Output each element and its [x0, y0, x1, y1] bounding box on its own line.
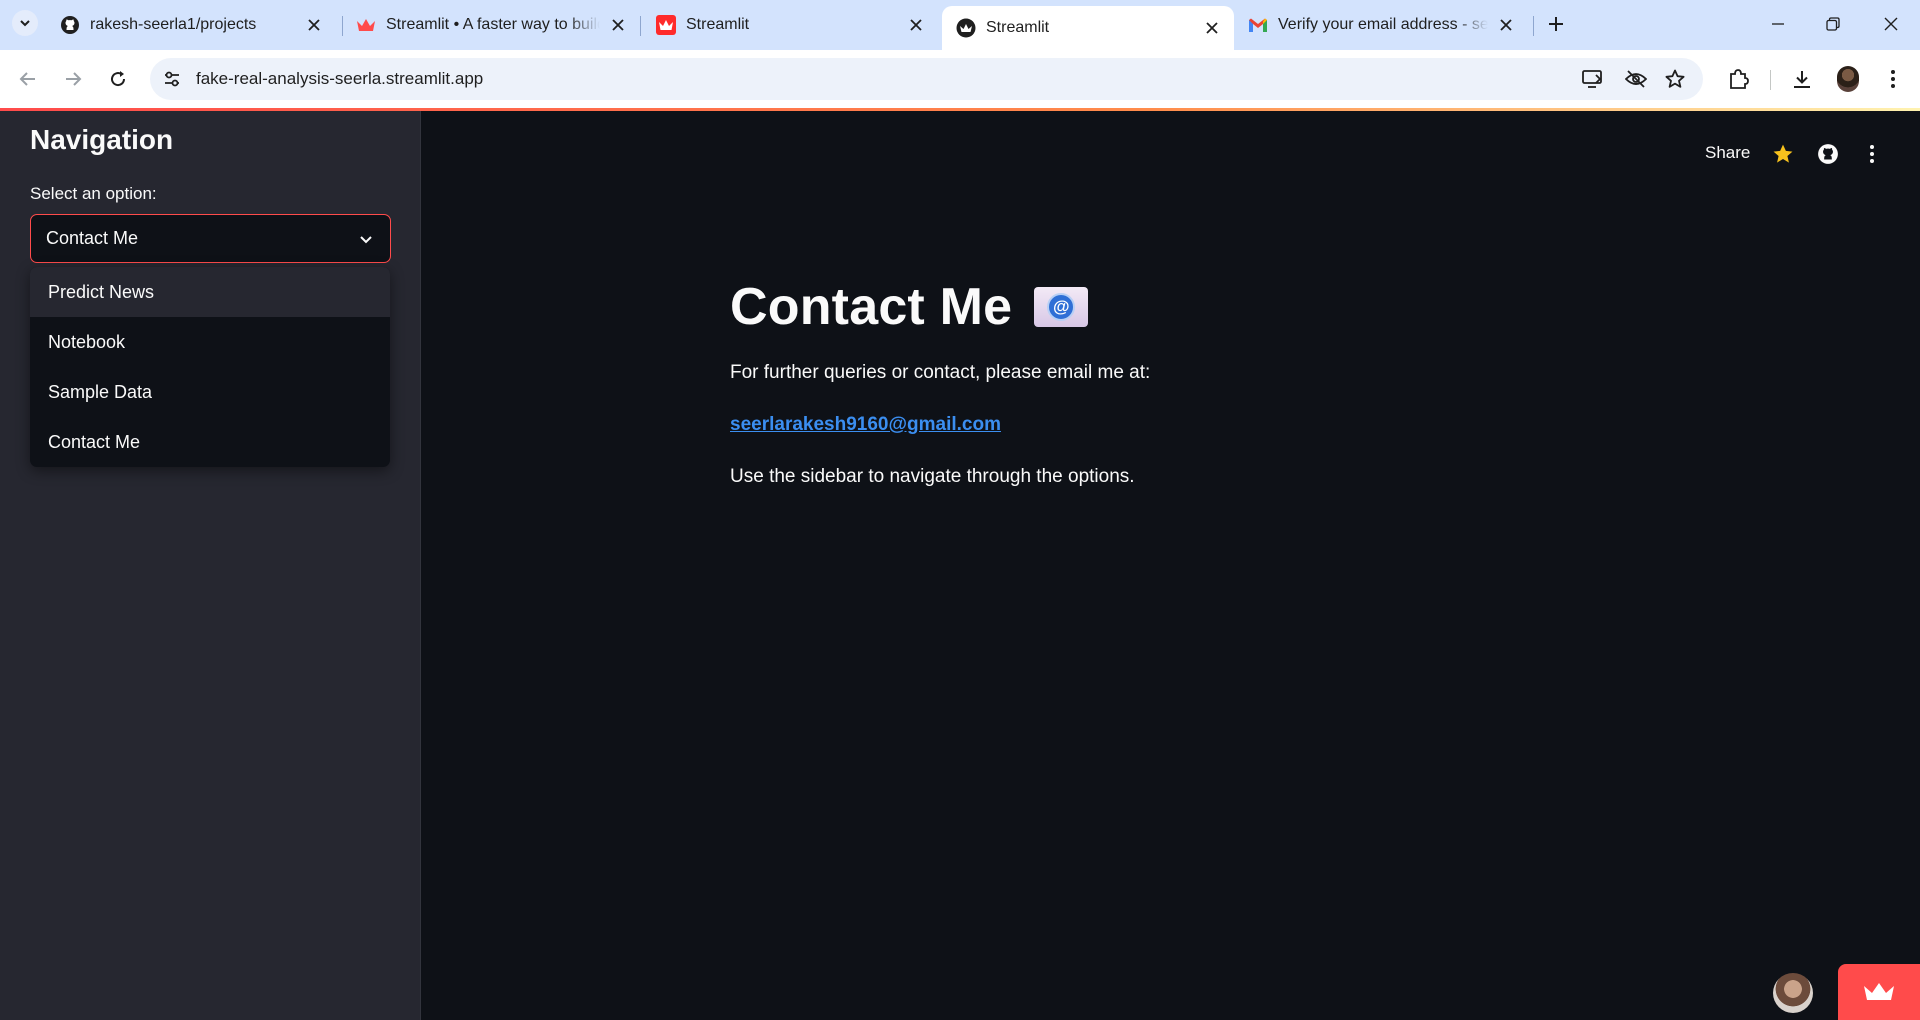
forward-button[interactable]	[59, 65, 87, 93]
browser-tab-active[interactable]: Streamlit	[942, 6, 1234, 50]
close-tab-icon[interactable]	[906, 15, 926, 35]
arrow-right-icon	[66, 72, 82, 86]
minimize-button[interactable]	[1766, 12, 1790, 36]
close-tab-icon[interactable]	[1496, 15, 1516, 35]
tab-title: Streamlit	[686, 16, 750, 33]
install-app-icon	[1582, 70, 1602, 88]
star-outline-icon	[1665, 69, 1685, 88]
browser-tab[interactable]: rakesh-seerla1/projects	[46, 8, 336, 42]
address-bar[interactable]: fake-real-analysis-seerla.streamlit.app	[150, 58, 1703, 100]
viewer-avatar[interactable]	[1773, 973, 1813, 1013]
option-notebook[interactable]: Notebook	[30, 317, 390, 367]
tracking-protection-button[interactable]	[1623, 66, 1649, 92]
page-title-row: Contact Me @	[730, 270, 1450, 344]
streamlit-crown-icon	[356, 15, 376, 35]
favorite-star-button[interactable]	[1771, 142, 1795, 166]
select-dropdown-menu: Predict News Notebook Sample Data Contac…	[30, 267, 390, 467]
tab-title: Verify your email address - seer	[1278, 16, 1488, 33]
more-vertical-icon	[1891, 70, 1895, 88]
downloads-button[interactable]	[1789, 66, 1815, 92]
restore-icon	[1826, 17, 1840, 31]
restore-button[interactable]	[1821, 12, 1845, 36]
extensions-button[interactable]	[1725, 66, 1751, 92]
tab-title: rakesh-seerla1/projects	[90, 16, 257, 33]
browser-tab[interactable]: Streamlit	[642, 8, 938, 42]
site-info-button[interactable]	[158, 65, 186, 93]
tab-title: Streamlit	[986, 19, 1050, 36]
install-app-button[interactable]	[1580, 66, 1606, 92]
star-icon	[1773, 144, 1793, 163]
intro-text: For further queries or contact, please e…	[730, 362, 1151, 383]
back-button[interactable]	[14, 65, 42, 93]
bookmark-button[interactable]	[1662, 66, 1688, 92]
new-tab-button[interactable]	[1544, 12, 1568, 36]
close-tab-icon[interactable]	[1202, 18, 1222, 38]
profile-avatar[interactable]	[1837, 66, 1859, 92]
select-label: Select an option:	[30, 184, 157, 203]
option-contact-me[interactable]: Contact Me	[30, 417, 390, 467]
streamlit-crown-icon	[656, 15, 676, 35]
tab-title: Streamlit • A faster way to build	[386, 16, 600, 33]
more-vertical-icon	[1870, 145, 1874, 163]
main-content: Contact Me @ For further queries or cont…	[730, 270, 1450, 487]
tab-search-button[interactable]	[12, 10, 38, 36]
sidebar-title: Navigation	[30, 124, 174, 155]
app-menu-button[interactable]	[1860, 142, 1884, 166]
minimize-icon	[1772, 23, 1784, 25]
browser-tab[interactable]: Verify your email address - seer	[1234, 8, 1528, 42]
eye-off-icon	[1625, 70, 1647, 88]
main-area	[422, 111, 1920, 1020]
option-sample-data[interactable]: Sample Data	[30, 367, 390, 417]
close-window-button[interactable]	[1879, 12, 1903, 36]
plus-icon	[1549, 17, 1563, 31]
github-icon	[1818, 144, 1838, 164]
at-sign: @	[1047, 293, 1076, 321]
url-text: fake-real-analysis-seerla.streamlit.app	[196, 69, 484, 88]
option-predict-news[interactable]: Predict News	[30, 267, 390, 317]
gmail-icon	[1248, 15, 1268, 35]
puzzle-icon	[1730, 69, 1749, 89]
toolbar-divider	[1770, 70, 1771, 90]
arrow-left-icon	[19, 72, 35, 86]
tune-icon	[165, 71, 179, 87]
share-button[interactable]: Share	[1705, 143, 1750, 163]
email-link[interactable]: seerlarakesh9160@gmail.com	[730, 414, 1001, 436]
github-icon	[60, 15, 80, 35]
tab-separator	[1533, 16, 1534, 36]
navigation-select[interactable]: Contact Me	[30, 214, 391, 263]
browser-tab[interactable]: Streamlit • A faster way to build	[342, 8, 640, 42]
chevron-down-icon	[20, 20, 30, 27]
streamlit-badge-button[interactable]	[1838, 964, 1920, 1020]
email-emoji-icon: @	[1034, 287, 1089, 327]
reload-icon	[111, 71, 126, 87]
close-tab-icon[interactable]	[608, 15, 628, 35]
chevron-down-icon	[356, 229, 376, 249]
close-tab-icon[interactable]	[304, 15, 324, 35]
streamlit-crown-icon	[956, 18, 976, 38]
hint-text: Use the sidebar to navigate through the …	[730, 466, 1135, 487]
selected-option: Contact Me	[46, 228, 139, 248]
browser-tab-strip: rakesh-seerla1/projects Streamlit • A fa…	[0, 0, 1920, 50]
streamlit-crown-icon	[1864, 983, 1894, 1000]
reload-button[interactable]	[104, 65, 132, 93]
browser-toolbar: fake-real-analysis-seerla.streamlit.app	[0, 50, 1920, 108]
github-button[interactable]	[1816, 142, 1840, 166]
chrome-menu-button[interactable]	[1880, 66, 1906, 92]
download-icon	[1794, 71, 1810, 88]
tab-separator	[640, 16, 641, 36]
close-icon	[1884, 17, 1898, 31]
page-title: Contact Me	[730, 278, 1013, 336]
